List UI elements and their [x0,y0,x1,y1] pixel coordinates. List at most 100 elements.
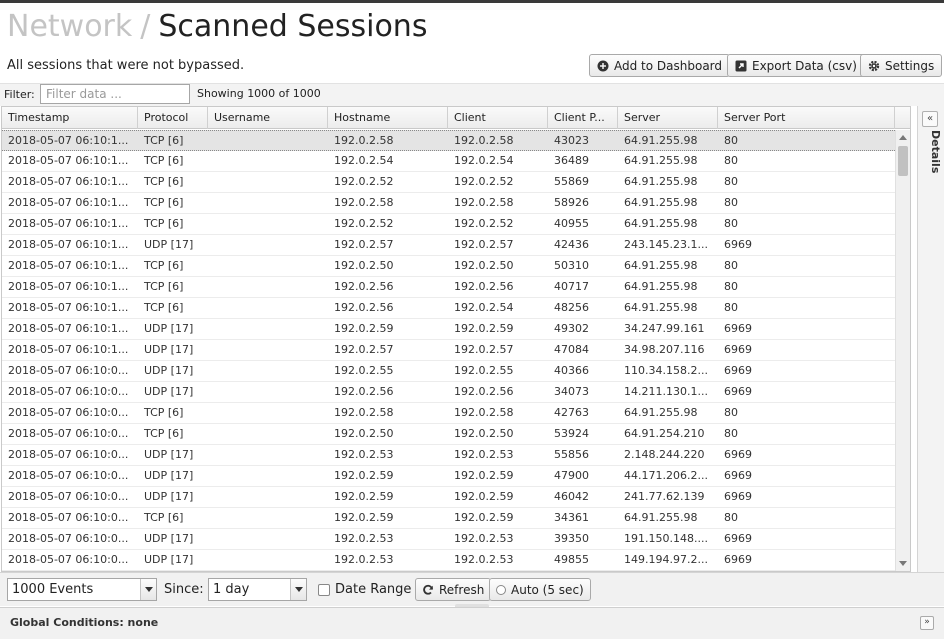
column-header-client[interactable]: Client [448,107,548,129]
cell-server: 14.211.130.1... [624,385,708,398]
since-select[interactable]: 1 day [208,578,307,601]
table-row[interactable]: 2018-05-07 06:10:1... UDP [17] 192.0.2.57 1… [2,340,895,361]
events-select[interactable]: 1000 Events [7,578,157,601]
cell-timestamp: 2018-05-07 06:10:0... [8,511,129,524]
auto-refresh-checkbox[interactable] [496,584,506,595]
cell-protocol: UDP [17] [144,490,194,503]
bottom-toolbar: 1000 Events Since: 1 day Date Range Refr… [0,572,944,606]
vertical-scrollbar[interactable] [895,130,910,571]
table-row[interactable]: 2018-05-07 06:10:0... UDP [17] 192.0.2.59 1… [2,466,895,487]
filter-input[interactable] [40,84,190,104]
cell-server-port: 80 [724,280,738,293]
details-label[interactable]: Details [922,130,942,190]
column-header-timestamp[interactable]: Timestamp [2,107,138,129]
scroll-up-icon[interactable] [899,135,907,140]
cell-protocol: TCP [6] [144,427,184,440]
table-row[interactable]: 2018-05-07 06:10:0... TCP [6] 192.0.2.59 19… [2,508,895,529]
table-row[interactable]: 2018-05-07 06:10:0... TCP [6] 192.0.2.50 19… [2,424,895,445]
cell-timestamp: 2018-05-07 06:10:1... [8,322,129,335]
auto-refresh-label: Auto (5 sec) [511,582,584,597]
cell-server-port: 6969 [724,553,752,566]
cell-protocol: TCP [6] [144,301,184,314]
table-row[interactable]: 2018-05-07 06:10:1... TCP [6] 192.0.2.58 19… [2,130,895,151]
cell-timestamp: 2018-05-07 06:10:0... [8,406,129,419]
table-row[interactable]: 2018-05-07 06:10:1... TCP [6] 192.0.2.54 19… [2,151,895,172]
cell-client-port: 34073 [554,385,589,398]
sessions-grid: Timestamp Protocol Username Hostname Cli… [1,106,911,572]
details-collapse-icon[interactable]: « [922,111,938,127]
cell-hostname: 192.0.2.59 [334,322,394,335]
cell-server: 64.91.255.98 [624,217,698,230]
cell-hostname: 192.0.2.56 [334,301,394,314]
table-row[interactable]: 2018-05-07 06:10:1... UDP [17] 192.0.2.59 1… [2,319,895,340]
table-row[interactable]: 2018-05-07 06:10:0... UDP [17] 192.0.2.53 1… [2,445,895,466]
auto-refresh-button[interactable]: Auto (5 sec) [489,578,591,601]
chevron-down-icon [140,579,156,600]
cell-server: 34.98.207.116 [624,343,705,356]
cell-client: 192.0.2.57 [454,343,514,356]
column-header-server-port[interactable]: Server Port [718,107,895,129]
cell-client: 192.0.2.53 [454,532,514,545]
cell-client-port: 55856 [554,448,589,461]
cell-server: 64.91.255.98 [624,280,698,293]
filter-bar: Filter: Showing 1000 of 1000 [0,83,944,106]
breadcrumb-network[interactable]: Network [7,9,132,44]
cell-hostname: 192.0.2.50 [334,427,394,440]
table-row[interactable]: 2018-05-07 06:10:0... UDP [17] 192.0.2.53 1… [2,529,895,550]
cell-client-port: 42763 [554,406,589,419]
table-row[interactable]: 2018-05-07 06:10:1... TCP [6] 192.0.2.52 19… [2,172,895,193]
cell-server: 64.91.255.98 [624,134,698,147]
cell-server: 110.34.158.2... [624,364,708,377]
table-row[interactable]: 2018-05-07 06:10:1... TCP [6] 192.0.2.56 19… [2,298,895,319]
cell-timestamp: 2018-05-07 06:10:0... [8,427,129,440]
table-row[interactable]: 2018-05-07 06:10:1... TCP [6] 192.0.2.56 19… [2,277,895,298]
cell-client-port: 48256 [554,301,589,314]
events-select-value: 1000 Events [12,582,94,597]
cell-server-port: 6969 [724,469,752,482]
table-row[interactable]: 2018-05-07 06:10:0... UDP [17] 192.0.2.56 1… [2,382,895,403]
cell-username [208,487,328,507]
cell-client: 192.0.2.58 [454,406,514,419]
export-icon [735,60,747,71]
cell-timestamp: 2018-05-07 06:10:0... [8,532,129,545]
cell-username [208,277,328,297]
date-range-checkbox[interactable] [318,584,330,596]
expand-icon[interactable]: » [920,616,934,630]
settings-button[interactable]: Settings [860,54,943,77]
refresh-button[interactable]: Refresh [415,578,492,601]
table-row[interactable]: 2018-05-07 06:10:1... TCP [6] 192.0.2.58 19… [2,193,895,214]
cell-server-port: 6969 [724,364,752,377]
table-row[interactable]: 2018-05-07 06:10:1... UDP [17] 192.0.2.57 1… [2,235,895,256]
cell-client-port: 53924 [554,427,589,440]
cell-server: 149.194.97.2... [624,553,708,566]
cell-server-port: 80 [724,134,738,147]
table-row[interactable]: 2018-05-07 06:10:0... TCP [6] 192.0.2.58 19… [2,403,895,424]
column-header-hostname[interactable]: Hostname [328,107,448,129]
page-title: Network / Scanned Sessions [7,9,427,45]
global-conditions-label[interactable]: Global Conditions: none [10,616,158,629]
column-header-protocol[interactable]: Protocol [138,107,208,129]
cell-hostname: 192.0.2.53 [334,532,394,545]
cell-hostname: 192.0.2.58 [334,196,394,209]
cell-client-port: 55869 [554,175,589,188]
table-row[interactable]: 2018-05-07 06:10:1... TCP [6] 192.0.2.52 19… [2,214,895,235]
table-row[interactable]: 2018-05-07 06:10:0... UDP [17] 192.0.2.55 1… [2,361,895,382]
date-range-label[interactable]: Date Range [335,582,411,597]
scrollbar-thumb[interactable] [898,146,908,176]
cell-client-port: 34361 [554,511,589,524]
cell-timestamp: 2018-05-07 06:10:1... [8,343,129,356]
column-header-username[interactable]: Username [208,107,328,129]
cell-client-port: 49855 [554,553,589,566]
add-to-dashboard-button[interactable]: Add to Dashboard [589,54,731,77]
scroll-down-icon[interactable] [899,561,907,566]
breadcrumb-separator: / [140,9,151,44]
cell-username [208,256,328,276]
table-row[interactable]: 2018-05-07 06:10:0... UDP [17] 192.0.2.53 1… [2,550,895,571]
filter-label: Filter: [4,88,35,101]
table-row[interactable]: 2018-05-07 06:10:0... UDP [17] 192.0.2.59 1… [2,487,895,508]
column-header-server[interactable]: Server [618,107,718,129]
cell-server-port: 80 [724,511,738,524]
table-row[interactable]: 2018-05-07 06:10:1... TCP [6] 192.0.2.50 19… [2,256,895,277]
column-header-client-port[interactable]: Client P... [548,107,618,129]
export-data-button[interactable]: Export Data (csv) [727,54,865,77]
